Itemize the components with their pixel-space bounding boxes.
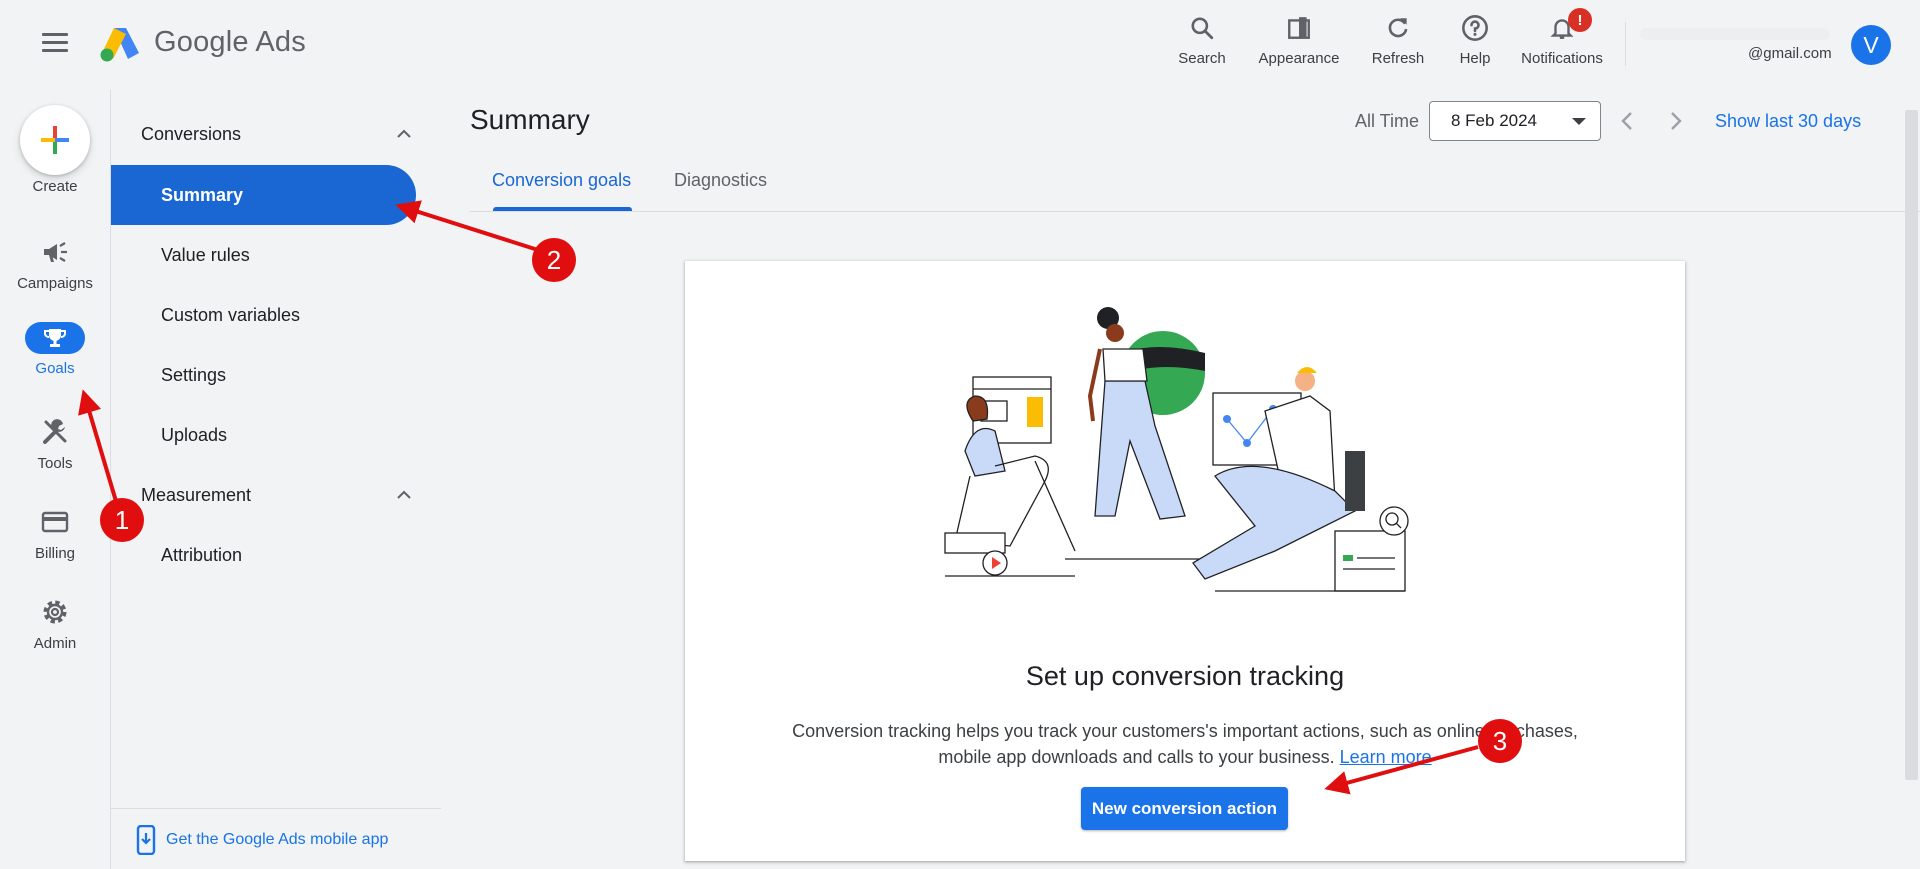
search-label: Search [1178,50,1226,67]
learn-more-link[interactable]: Learn more [1340,747,1432,767]
date-range-label: All Time [1355,111,1420,131]
admin-label: Admin [33,635,77,652]
notification-badge: ! [1568,8,1592,32]
avatar[interactable]: V [1851,25,1891,65]
account-email: @gmail.com [1748,45,1832,62]
help-icon [1454,12,1496,44]
nav-item-summary[interactable]: Summary [111,165,416,225]
notifications-button[interactable]: ! Notifications [1516,8,1608,72]
goals-label: Goals [35,360,75,377]
nav-group-label: Conversions [141,123,242,144]
search-button[interactable]: Search [1176,12,1228,72]
mobile-app-link[interactable]: Get the Google Ads mobile app [136,825,388,855]
account-name-redacted [1640,28,1830,40]
bell-icon: ! [1516,8,1608,44]
campaigns-label: Campaigns [17,275,93,292]
help-button[interactable]: Help [1454,12,1496,72]
tab-conversion-goals[interactable]: Conversion goals [492,170,631,191]
conversion-tracking-illustration [944,307,1409,592]
rail-item-billing[interactable]: Billing [0,505,110,562]
gear-icon [0,595,110,629]
refresh-label: Refresh [1371,50,1425,67]
dropdown-caret-icon [1572,118,1586,125]
google-ads-logo [100,28,139,62]
show-last-30-days-link[interactable]: Show last 30 days [1715,111,1861,132]
annotation-marker-3: 3 [1478,719,1522,763]
nav-item-value-rules[interactable]: Value rules [111,225,416,285]
tools-label: Tools [37,455,73,472]
refresh-icon [1368,12,1428,44]
notifications-label: Notifications [1521,50,1603,67]
left-rail: Create Campaigns Goals Tools Billing Adm… [0,90,110,869]
nav-group-label: Measurement [141,484,252,505]
nav-footer-divider [111,808,441,809]
rail-item-campaigns[interactable]: Campaigns [0,235,110,292]
create-button[interactable] [20,105,90,175]
nav-item-custom-variables[interactable]: Custom variables [111,285,416,345]
menu-icon[interactable] [42,33,68,53]
tab-diagnostics[interactable]: Diagnostics [674,170,767,191]
annotation-marker-2: 2 [532,238,576,282]
top-bar: Google Ads Search Appearance Refresh Hel… [0,0,1920,90]
rail-item-tools[interactable]: Tools [0,415,110,472]
trophy-icon [25,322,85,354]
empty-state-title: Set up conversion tracking [1025,661,1345,691]
appearance-icon [1254,12,1344,44]
billing-label: Billing [34,545,76,562]
chevron-up-icon [397,129,411,138]
search-icon [1176,12,1228,44]
date-range-select[interactable]: 8 Feb 2024 [1429,101,1601,141]
brand-name: Google Ads [154,26,306,58]
new-conversion-action-button[interactable]: New conversion action [1081,787,1288,830]
annotation-marker-1: 1 [100,498,144,542]
nav-item-uploads[interactable]: Uploads [111,405,416,465]
secondary-nav: Conversions Summary Value rules Custom v… [111,90,441,869]
header-divider [1625,22,1626,66]
rail-create-label-wrap: Create [0,178,110,195]
chevron-up-icon [397,490,411,499]
active-tab-indicator [493,207,632,211]
refresh-button[interactable]: Refresh [1368,12,1428,72]
rail-item-goals[interactable]: Goals [0,322,110,377]
plus-icon [41,126,69,154]
tabs-divider [470,211,1920,212]
credit-card-icon [0,505,110,539]
appearance-label: Appearance [1258,50,1340,67]
nav-group-measurement[interactable]: Measurement [141,475,411,515]
megaphone-icon [0,235,110,269]
nav-item-attribution[interactable]: Attribution [111,525,416,585]
mobile-phone-icon [136,825,156,855]
empty-state-card: Set up conversion tracking Conversion tr… [685,261,1685,861]
appearance-button[interactable]: Appearance [1254,12,1344,72]
chevron-right-icon[interactable] [1661,106,1691,136]
nav-group-conversions[interactable]: Conversions [141,114,411,154]
help-label: Help [1459,50,1491,67]
nav-item-settings[interactable]: Settings [111,345,416,405]
create-label: Create [32,178,78,195]
scrollbar[interactable] [1905,110,1918,780]
tools-icon [0,415,110,449]
chevron-left-icon[interactable] [1612,106,1642,136]
page-title: Summary [470,104,590,135]
rail-item-admin[interactable]: Admin [0,595,110,652]
